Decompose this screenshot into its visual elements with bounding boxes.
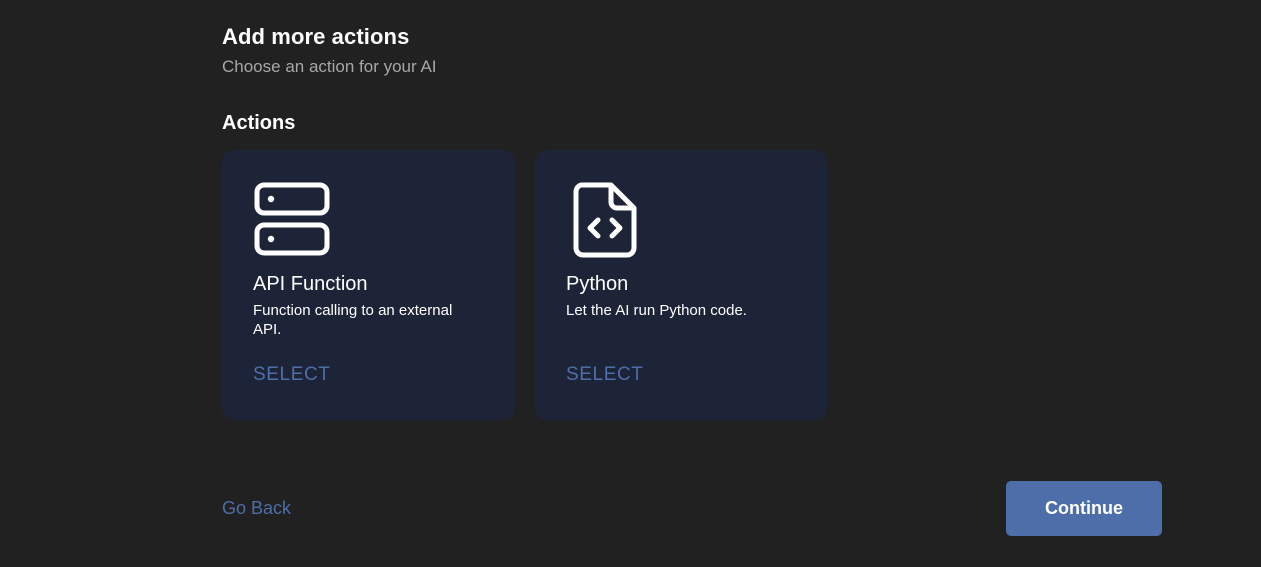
page-title: Add more actions: [222, 24, 410, 49]
action-card-title: API Function: [253, 273, 368, 295]
continue-button[interactable]: Continue: [1006, 481, 1162, 536]
action-card-python[interactable]: Python Let the AI run Python code. SELEC…: [535, 150, 827, 420]
action-card-api-function[interactable]: API Function Function calling to an exte…: [222, 150, 515, 420]
file-code-icon: [573, 182, 637, 258]
actions-section-label: Actions: [222, 112, 296, 134]
page-subtitle: Choose an action for your AI: [222, 57, 437, 76]
go-back-link[interactable]: Go Back: [222, 498, 291, 519]
action-card-description: Function calling to an external API.: [253, 302, 453, 338]
action-card-description: Let the AI run Python code.: [566, 302, 747, 319]
action-card-title: Python: [566, 273, 629, 295]
server-icon: [254, 182, 330, 256]
select-python-button[interactable]: SELECT: [566, 364, 644, 386]
select-api-function-button[interactable]: SELECT: [253, 364, 331, 386]
add-actions-page: Add more actions Choose an action for yo…: [0, 0, 1261, 567]
